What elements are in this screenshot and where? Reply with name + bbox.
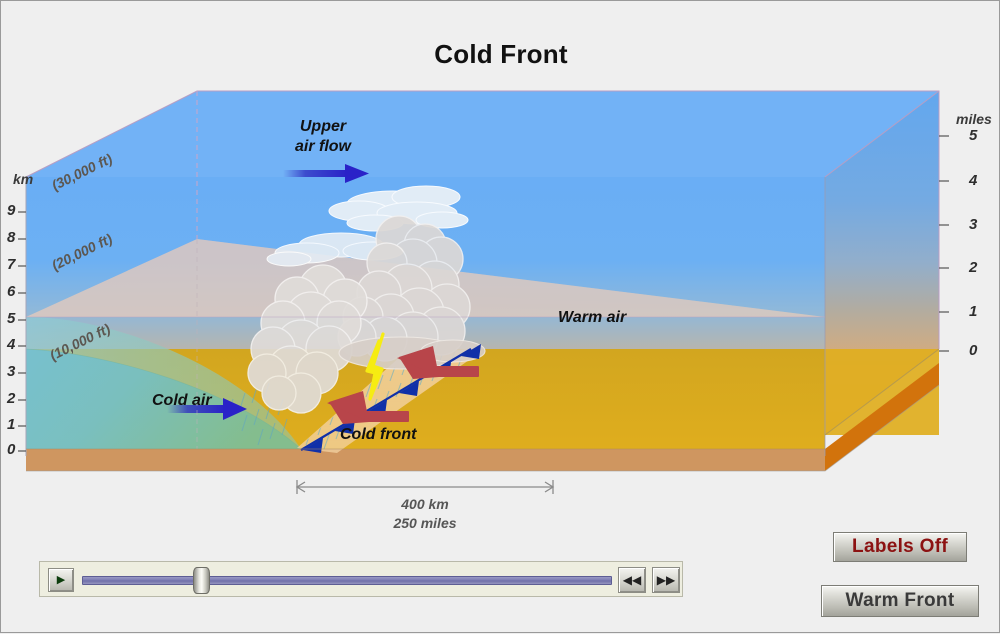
- rewind-button[interactable]: ◀◀: [618, 567, 646, 593]
- right-axis-ticks: [939, 135, 949, 352]
- cold-front-label: Cold front: [340, 426, 417, 443]
- scale-bar-labels: 400 km 250 miles: [297, 495, 553, 533]
- upper-air-flow-line1: Upper: [299, 118, 347, 135]
- left-tick-7: 7: [7, 256, 16, 273]
- left-axis-unit: km: [13, 171, 34, 187]
- right-tick-2: 2: [969, 259, 978, 276]
- right-tick-3: 3: [969, 216, 978, 233]
- play-icon: ▶: [56, 573, 66, 586]
- left-tick-5: 5: [7, 310, 16, 327]
- labels-toggle-button[interactable]: Labels Off: [833, 532, 967, 562]
- rewind-icon: ◀◀: [622, 573, 642, 587]
- left-tick-6: 6: [7, 283, 16, 300]
- left-tick-1: 1: [7, 416, 16, 433]
- timeline-slider-track[interactable]: [82, 576, 612, 585]
- scale-miles: 250 miles: [393, 514, 457, 531]
- right-axis-unit: miles: [956, 111, 992, 127]
- left-tick-9: 9: [7, 202, 16, 219]
- play-button[interactable]: ▶: [48, 568, 74, 592]
- upper-air-flow-line2: air flow: [294, 137, 351, 155]
- labels-toggle-label: Labels Off: [852, 536, 948, 557]
- left-tick-4: 4: [7, 336, 16, 353]
- timeline-slider-thumb[interactable]: [193, 567, 210, 594]
- box-top-lid: [26, 91, 939, 177]
- warm-front-label: Warm Front: [845, 590, 955, 611]
- scale-km: 400 km: [401, 496, 449, 512]
- player-bar: ▶ ◀◀ ▶▶: [39, 561, 683, 597]
- right-tick-0: 0: [969, 342, 978, 359]
- warm-front-button[interactable]: Warm Front: [821, 585, 979, 617]
- cold-front-applet: Cold Front km 9 8 7 6 5 4 3 2 1 0 miles …: [0, 0, 1000, 633]
- upper-air-flow-label: Upper air flow: [283, 117, 363, 156]
- left-tick-0: 0: [7, 441, 16, 458]
- fast-forward-icon: ▶▶: [656, 573, 676, 587]
- cold-air-label: Cold air: [152, 392, 212, 409]
- right-tick-4: 4: [969, 172, 978, 189]
- left-tick-8: 8: [7, 229, 16, 246]
- fast-forward-button[interactable]: ▶▶: [652, 567, 680, 593]
- left-axis-ticks: [18, 211, 26, 452]
- right-tick-5: 5: [969, 127, 978, 144]
- left-tick-3: 3: [7, 363, 16, 380]
- warm-air-label: Warm air: [558, 309, 627, 326]
- left-tick-2: 2: [7, 390, 16, 407]
- scale-bar: [295, 480, 555, 494]
- right-tick-1: 1: [969, 303, 978, 320]
